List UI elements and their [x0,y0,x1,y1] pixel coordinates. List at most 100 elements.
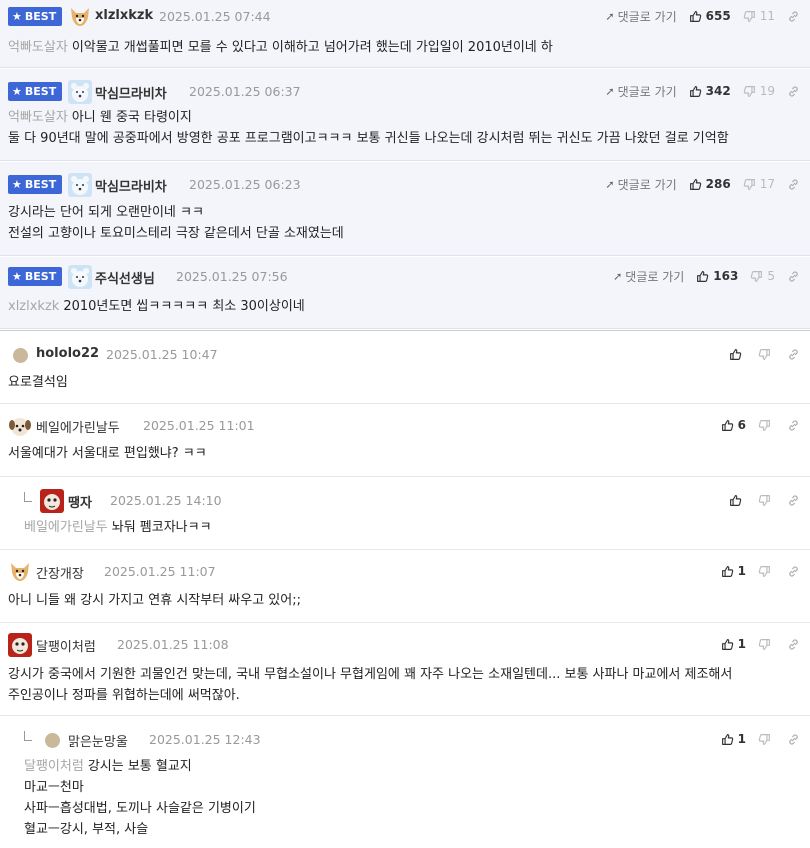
upvote-button[interactable]: 163 [696,269,738,283]
share-link-button[interactable] [787,178,800,191]
upvote-button[interactable]: 655 [689,9,731,23]
share-link-button[interactable] [787,85,800,98]
timestamp: 2025.01.25 06:37 [189,84,301,99]
share-link-button[interactable] [787,494,800,507]
nickname[interactable]: 막심므라비차 [95,176,167,195]
reply-comment: 땡자 2025.01.25 14:10 베일에가린날두 놔둬 펨코자나ㅋㅋ [0,478,810,550]
comment-body: xlzlxkzk 2010년도면 씹ㅋㅋㅋㅋㅋ 최소 30이상이네 [8,299,305,314]
avatar[interactable] [68,5,92,29]
timestamp: 2025.01.25 11:08 [117,637,229,652]
upvote-button[interactable]: 1 [721,732,746,746]
timestamp: 2025.01.25 07:44 [159,9,271,24]
upvote-button[interactable] [729,348,746,361]
share-link-button[interactable] [787,419,800,432]
downvote-button[interactable]: 11 [743,9,775,23]
nickname[interactable]: 주식선생님 [95,268,155,287]
share-link-button[interactable] [787,565,800,578]
goto-comment-link[interactable]: ➚ 댓글로 가기 [605,8,676,25]
upvote-button[interactable]: 1 [721,637,746,651]
goto-comment-link[interactable]: ➚ 댓글로 가기 [605,83,676,100]
nickname[interactable]: 막심므라비차 [95,83,167,102]
timestamp: 2025.01.25 11:01 [143,418,255,433]
arrow-icon: ➚ [613,269,623,283]
avatar[interactable] [13,348,28,363]
nickname[interactable]: 베일에가린날두 [36,417,120,436]
reply-comment: 맑은눈망울 2025.01.25 12:43 1 달팽이처럼 강시는 보통 혈교지… [0,717,810,848]
comment-body: 달팽이처럼 강시는 보통 혈교지 마교ㅡ천마 사파ㅡ흡성대법, 도끼나 사슬같은 … [24,759,256,837]
thumbs-down-icon [758,494,771,507]
downvote-button[interactable] [758,348,775,361]
comment-body: 강시라는 단어 되게 오랜만이네 ㅋㅋ 전설의 고향이나 토요미스테리 극장 같… [8,205,344,241]
mention[interactable]: 베일에가린날두 [24,520,108,535]
downvote-button[interactable]: 5 [750,269,775,283]
nickname[interactable]: 맑은눈망울 [68,731,128,750]
nickname[interactable]: 간장개장 [36,563,84,582]
avatar[interactable] [40,489,64,513]
comment: 베일에가린날두 2025.01.25 11:01 6 서울예대가 서울대로 편입… [0,404,810,477]
goto-comment-link[interactable]: ➚ 댓글로 가기 [605,176,676,193]
link-icon [787,638,800,651]
thumbs-up-icon [721,419,734,432]
avatar[interactable] [8,414,32,438]
link-icon [787,270,800,283]
comment-body: 억빠도살자 아니 웬 중국 타령이지 둘 다 90년대 말에 공중파에서 방영한 … [8,110,729,146]
link-icon [787,10,800,23]
avatar[interactable] [68,80,92,104]
downvote-button[interactable]: 19 [743,84,775,98]
nickname[interactable]: xlzlxkzk [95,8,153,23]
mention[interactable]: 억빠도살자 [8,110,68,125]
share-link-button[interactable] [787,10,800,23]
comment-body: 베일에가린날두 놔둬 펨코자나ㅋㅋ [24,520,212,535]
upvote-button[interactable] [729,494,746,507]
share-link-button[interactable] [787,733,800,746]
downvote-button[interactable] [758,638,775,651]
comment-body: 서울예대가 서울대로 편입했냐? ㅋㅋ [8,446,207,461]
share-link-button[interactable] [787,348,800,361]
mention[interactable]: 억빠도살자 [8,40,68,55]
downvote-button[interactable]: 17 [743,177,775,191]
nickname[interactable]: 땡자 [68,492,92,511]
thumbs-up-icon [689,178,702,191]
comment-body: 요로결석임 [8,375,68,390]
thumbs-down-icon [758,419,771,432]
thumbs-up-icon [729,494,742,507]
downvote-button[interactable] [758,565,775,578]
comment: 간장개장 2025.01.25 11:07 1 아니 니들 왜 강시 가지고 연… [0,551,810,623]
downvote-button[interactable] [758,733,775,746]
link-icon [787,494,800,507]
avatar[interactable] [8,560,32,584]
upvote-button[interactable]: 286 [689,177,731,191]
star-icon: ★ [12,85,22,98]
avatar[interactable] [8,633,32,657]
avatar[interactable] [68,265,92,289]
share-link-button[interactable] [787,638,800,651]
thumbs-down-icon [743,10,756,23]
comment-body: 강시가 중국에서 기원한 괴물인건 맞는데, 국내 무협소설이나 무협게임에 꽤… [8,667,733,703]
link-icon [787,733,800,746]
best-badge: ★ BEST [8,82,63,101]
upvote-button[interactable]: 6 [721,418,746,432]
nickname[interactable]: 달팽이처럼 [36,636,96,655]
best-badge: ★ BEST [8,175,63,194]
downvote-button[interactable] [758,494,775,507]
star-icon: ★ [12,10,22,23]
downvote-button[interactable] [758,419,775,432]
avatar[interactable] [68,173,92,197]
goto-comment-link[interactable]: ➚ 댓글로 가기 [613,268,684,285]
mention[interactable]: xlzlxkzk [8,299,59,314]
thumbs-up-icon [696,270,709,283]
upvote-button[interactable]: 1 [721,564,746,578]
nickname[interactable]: hololo22 [36,346,99,361]
avatar[interactable] [45,733,60,748]
thumbs-down-icon [758,348,771,361]
thumbs-down-icon [758,638,771,651]
comment-body: 억빠도살자 이악물고 개썹풀피면 모를 수 있다고 이해하고 넘어가려 했는데 가… [8,40,553,55]
share-link-button[interactable] [787,270,800,283]
arrow-icon: ➚ [605,84,615,98]
upvote-button[interactable]: 342 [689,84,731,98]
timestamp: 2025.01.25 06:23 [189,177,301,192]
link-icon [787,419,800,432]
timestamp: 2025.01.25 14:10 [110,493,222,508]
mention[interactable]: 달팽이처럼 [24,759,84,774]
best-comment: ★ BEST xlzlxkzk 2025.01.25 07:44 ➚ 댓글로 가기 … [0,0,810,68]
